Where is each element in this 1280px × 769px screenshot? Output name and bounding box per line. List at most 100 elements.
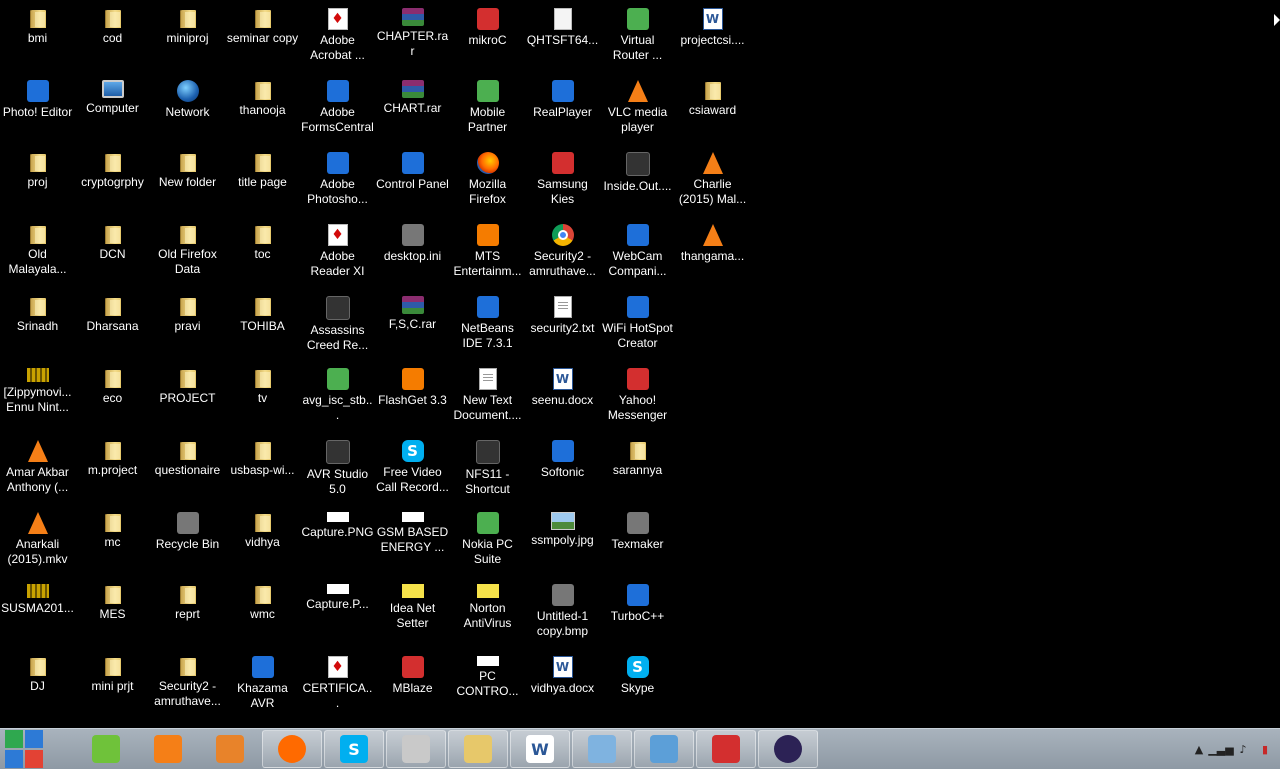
desktop-icon[interactable]: usbasp-wi... [225, 436, 300, 508]
desktop-icon[interactable]: seminar copy [225, 4, 300, 76]
taskbar-vlc-button[interactable] [138, 730, 198, 768]
desktop-icon[interactable]: Norton AntiVirus [450, 580, 525, 652]
desktop-icon[interactable]: GSM BASED ENERGY ... [375, 508, 450, 580]
desktop-icon[interactable]: Wprojectcsi.... [675, 4, 750, 76]
desktop-icon[interactable]: WebCam Compani... [600, 220, 675, 292]
desktop-icon[interactable]: Texmaker [600, 508, 675, 580]
desktop-icon[interactable]: ♦ CERTIFICA... [300, 652, 375, 724]
show-hidden-icons-icon[interactable]: ▲ [1192, 742, 1206, 756]
desktop-icon[interactable]: Mobile Partner [450, 76, 525, 148]
desktop-icon[interactable]: CHART.rar [375, 76, 450, 148]
desktop-icon[interactable]: Inside.Out.... [600, 148, 675, 220]
desktop-icon[interactable]: WiFi HotSpot Creator [600, 292, 675, 364]
desktop-icon[interactable]: MTS Entertainm... [450, 220, 525, 292]
desktop-icon[interactable]: NetBeans IDE 7.3.1 [450, 292, 525, 364]
desktop-icon[interactable]: Capture.PNG [300, 508, 375, 580]
desktop-icon[interactable]: eco [75, 364, 150, 436]
desktop-icon[interactable]: Charlie (2015) Mal... [675, 148, 750, 220]
desktop-icon[interactable]: Dharsana [75, 292, 150, 364]
desktop-icon[interactable]: FlashGet 3.3 [375, 364, 450, 436]
desktop-icon[interactable]: TurboC++ [600, 580, 675, 652]
desktop-icon[interactable]: Srinadh [0, 292, 75, 364]
taskbar-flashget-button[interactable] [696, 730, 756, 768]
desktop-icon[interactable]: F,S,C.rar [375, 292, 450, 364]
desktop-icon[interactable]: [Zippymovi... Ennu Nint... [0, 364, 75, 436]
desktop-icon[interactable]: Security2 - amruthave... [525, 220, 600, 292]
taskbar-eclipse-button[interactable] [758, 730, 818, 768]
desktop-icon[interactable]: Adobe FormsCentral [300, 76, 375, 148]
desktop-icon[interactable]: Nokia PC Suite [450, 508, 525, 580]
desktop-icon[interactable]: Virtual Router ... [600, 4, 675, 76]
desktop-icon[interactable]: Samsung Kies [525, 148, 600, 220]
taskbar-smiley-app-button[interactable] [76, 730, 136, 768]
desktop-icon[interactable]: Khazama AVR Progra... [225, 652, 300, 724]
desktop-icon[interactable]: miniproj [150, 4, 225, 76]
desktop-icon[interactable]: Amar Akbar Anthony (... [0, 436, 75, 508]
taskbar-photo-viewer-button[interactable] [634, 730, 694, 768]
desktop-icon[interactable]: tv [225, 364, 300, 436]
desktop-icon[interactable]: New Text Document.... [450, 364, 525, 436]
desktop-icon[interactable]: avg_isc_stb... [300, 364, 375, 436]
desktop-icon[interactable]: MES [75, 580, 150, 652]
desktop-icon[interactable]: Security2 - amruthave... [150, 652, 225, 724]
desktop-icon[interactable]: S Skype [600, 652, 675, 724]
desktop-icon[interactable]: security2.txt [525, 292, 600, 364]
desktop-icon[interactable]: Wseenu.docx [525, 364, 600, 436]
desktop-icon[interactable]: mc [75, 508, 150, 580]
desktop-icon[interactable]: questionaire [150, 436, 225, 508]
desktop-icon[interactable]: thangama... [675, 220, 750, 292]
desktop-icon[interactable]: Adobe Photosho... [300, 148, 375, 220]
desktop-icon[interactable]: pravi [150, 292, 225, 364]
desktop-icon[interactable]: SUSMA201... [0, 580, 75, 652]
desktop-icon[interactable]: sarannya [600, 436, 675, 508]
desktop-icon[interactable]: wmc [225, 580, 300, 652]
taskbar-media-player-button[interactable] [200, 730, 260, 768]
desktop-icon[interactable]: Photo! Editor [0, 76, 75, 148]
volume-icon[interactable]: ♪ [1236, 742, 1250, 756]
desktop-icon[interactable]: ♦ Adobe Acrobat ... [300, 4, 375, 76]
battery-icon[interactable]: ▮ [1258, 742, 1272, 756]
taskbar-file-explorer-button[interactable] [448, 730, 508, 768]
desktop-icon[interactable]: cod [75, 4, 150, 76]
desktop-icon[interactable]: mini prjt [75, 652, 150, 724]
desktop-icon[interactable]: desktop.ini [375, 220, 450, 292]
desktop-icon[interactable]: QHTSFT64... [525, 4, 600, 76]
desktop-icon[interactable]: mikroC [450, 4, 525, 76]
desktop-icon[interactable]: RealPlayer [525, 76, 600, 148]
desktop-icon[interactable]: Control Panel [375, 148, 450, 220]
taskbar-texmaker-button[interactable] [386, 730, 446, 768]
desktop-icon[interactable]: Untitled-1 copy.bmp [525, 580, 600, 652]
desktop-icon[interactable]: Old Malayala... [0, 220, 75, 292]
desktop-icon[interactable]: Wvidhya.docx [525, 652, 600, 724]
desktop-icon[interactable]: PC CONTRO... [450, 652, 525, 724]
desktop-icon[interactable]: csiaward [675, 76, 750, 148]
desktop-icon[interactable]: Network [150, 76, 225, 148]
desktop-icon[interactable]: m.project [75, 436, 150, 508]
desktop-icon[interactable]: TOHIBA [225, 292, 300, 364]
desktop-icon[interactable]: Recycle Bin [150, 508, 225, 580]
desktop-icon[interactable]: toc [225, 220, 300, 292]
desktop-icon[interactable]: Computer [75, 76, 150, 148]
desktop-icon[interactable]: AVR Studio 5.0 [300, 436, 375, 508]
taskbar-skype-button[interactable]: S [324, 730, 384, 768]
desktop-icon[interactable]: DCN [75, 220, 150, 292]
desktop-icon[interactable]: Anarkali (2015).mkv [0, 508, 75, 580]
desktop-icon[interactable]: bmi [0, 4, 75, 76]
taskbar-word-button[interactable]: W [510, 730, 570, 768]
desktop-icon[interactable]: proj [0, 148, 75, 220]
desktop-icon[interactable]: CHAPTER.rar [375, 4, 450, 76]
desktop-icon[interactable]: Yahoo! Messenger [600, 364, 675, 436]
desktop-icon[interactable]: Assassins Creed Re... [300, 292, 375, 364]
desktop-icon[interactable]: cryptogrphy [75, 148, 150, 220]
taskbar-paint-button[interactable] [572, 730, 632, 768]
signal-icon[interactable]: ▁▃▅ [1208, 742, 1233, 756]
desktop-icon[interactable]: ssmpoly.jpg [525, 508, 600, 580]
desktop-icon[interactable]: VLC media player [600, 76, 675, 148]
desktop-icon[interactable]: vidhya [225, 508, 300, 580]
desktop-icon[interactable]: title page [225, 148, 300, 220]
desktop-icon[interactable]: ♦ Adobe Reader XI [300, 220, 375, 292]
desktop-icon[interactable]: DJ [0, 652, 75, 724]
desktop-icon[interactable]: NFS11 - Shortcut [450, 436, 525, 508]
taskbar-firefox-button[interactable] [262, 730, 322, 768]
desktop-icon[interactable]: PROJECT [150, 364, 225, 436]
